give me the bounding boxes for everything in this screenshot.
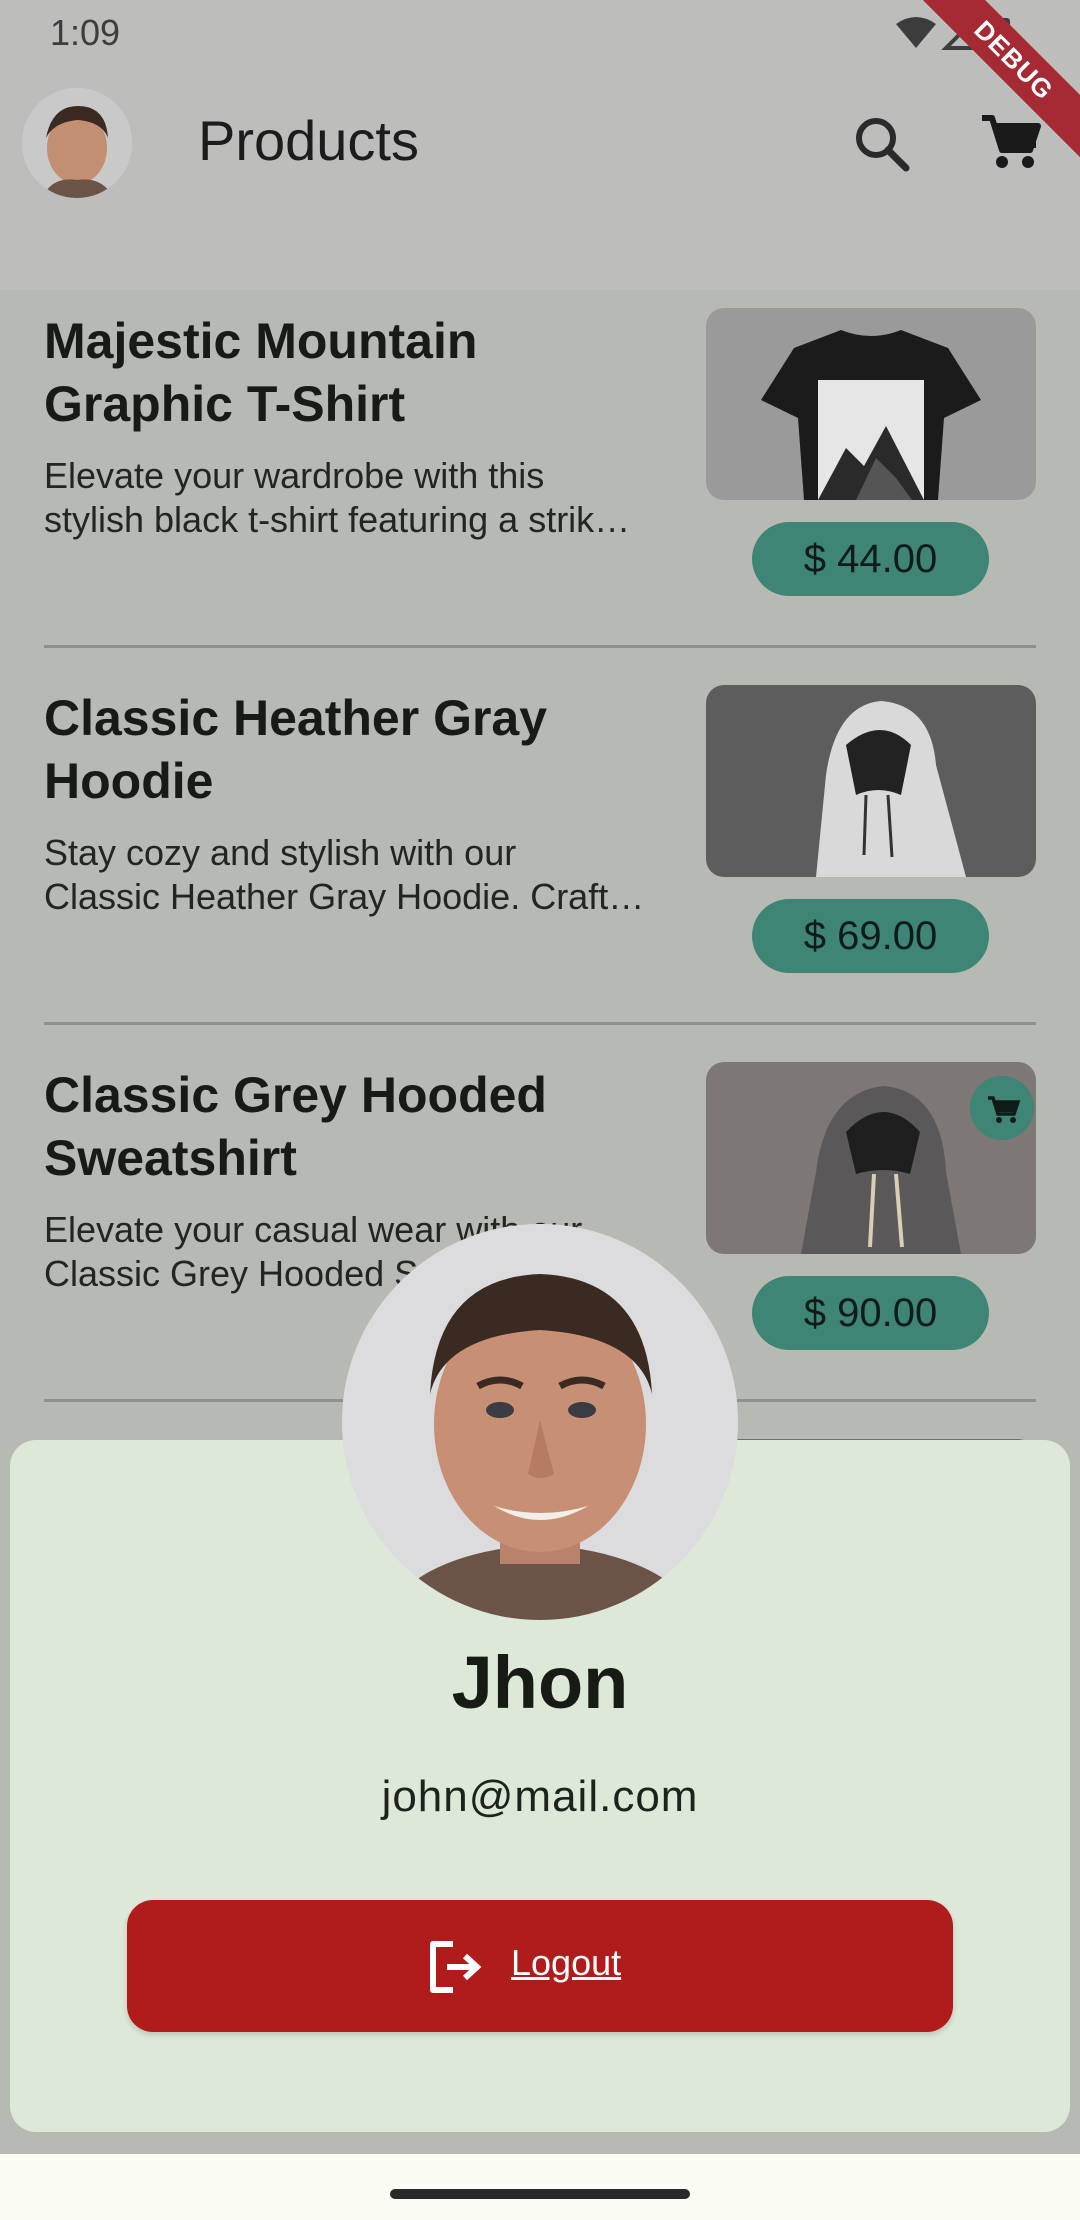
product-image[interactable] [706,308,1036,500]
logout-icon [430,1941,482,1993]
logout-button[interactable]: Logout [127,1900,953,2032]
home-gesture-handle[interactable] [390,2189,690,2199]
product-image[interactable] [706,685,1036,877]
page-title: Products [198,109,419,172]
profile-name: Jhon [451,1641,629,1724]
profile-avatar [342,1224,738,1620]
product-card[interactable]: Majestic Mountain Graphic T-Shirt Elevat… [0,290,1080,667]
divider [44,645,1036,648]
price-badge: $ 69.00 [752,899,989,973]
product-card[interactable]: Classic Heather Gray Hoodie Stay cozy an… [0,667,1080,1044]
price-badge: $ 90.00 [752,1276,989,1350]
heather-gray-hoodie-image [706,685,1036,877]
profile-face-icon [342,1224,738,1620]
price-badge: $ 44.00 [752,522,989,596]
search-icon[interactable] [850,112,914,176]
wifi-icon [896,17,936,48]
status-bar: 1:09 [0,0,1080,66]
product-title: Majestic Mountain Graphic T-Shirt [44,313,478,432]
product-description: Stay cozy and stylish with our Classic H… [44,832,645,917]
status-time: 1:09 [50,12,121,53]
product-title: Classic Heather Gray Hoodie [44,690,548,809]
product-title: Classic Grey Hooded Sweatshirt [44,1067,547,1186]
logout-label: Logout [511,1942,622,1983]
user-avatar[interactable] [22,88,132,198]
system-nav-bar [0,2154,1080,2220]
in-cart-badge-icon[interactable] [970,1076,1034,1140]
product-description: Elevate your wardrobe with this stylish … [44,455,631,540]
cart-icon[interactable] [978,110,1042,174]
avatar-face-icon [22,88,132,198]
profile-email: john@mail.com [381,1772,699,1821]
divider [44,1022,1036,1025]
black-tshirt-mountain-image [706,308,1036,500]
